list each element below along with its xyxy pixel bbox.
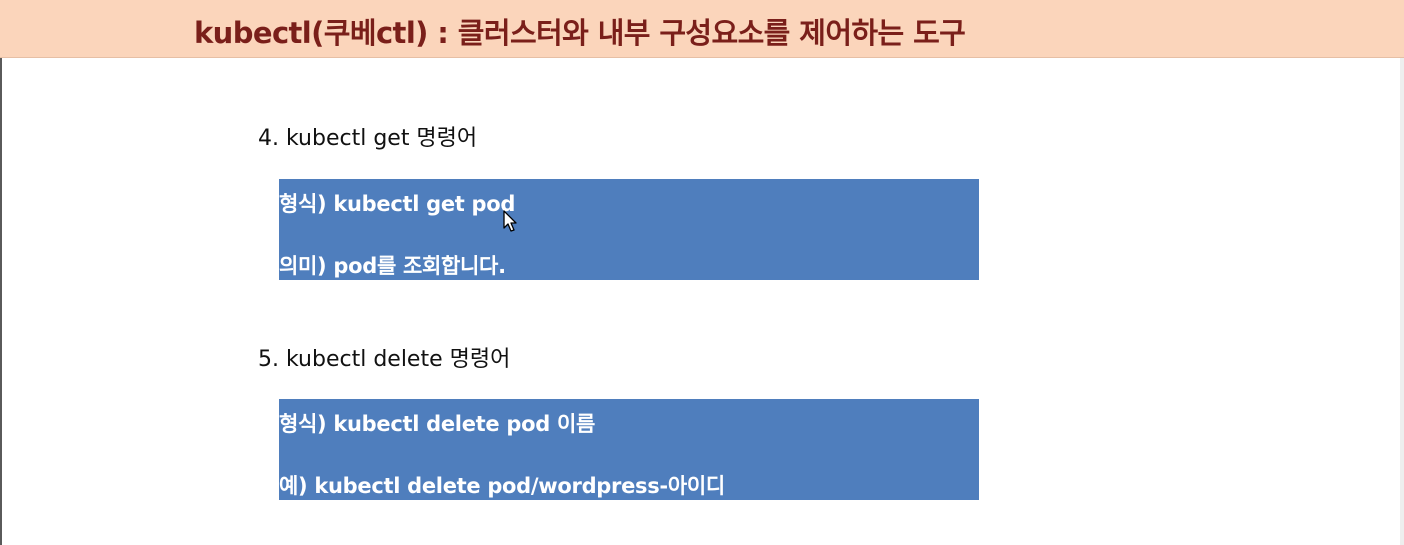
title-bar: kubectl(쿠베ctl) : 클러스터와 내부 구성요소를 제어하는 도구 (0, 0, 1404, 58)
meaning-line-get: 의미) pod를 조회합니다. (279, 254, 506, 278)
right-border (1400, 58, 1404, 545)
left-border (0, 58, 2, 545)
format-line-get: 형식) kubectl get pod (279, 192, 516, 216)
section-heading-delete: 5. kubectl delete 명령어 (258, 347, 511, 372)
section-heading-get: 4. kubectl get 명령어 (258, 126, 478, 151)
example-line-delete: 예) kubectl delete pod/wordpress-아이디 (279, 474, 725, 498)
page-title: kubectl(쿠베ctl) : 클러스터와 내부 구성요소를 제어하는 도구 (194, 16, 966, 50)
command-box-get: 형식) kubectl get pod 의미) pod를 조회합니다. (279, 179, 979, 280)
command-box-delete: 형식) kubectl delete pod 이름 예) kubectl del… (279, 399, 979, 500)
mouse-pointer-icon (503, 210, 517, 232)
format-line-delete: 형식) kubectl delete pod 이름 (279, 412, 595, 436)
